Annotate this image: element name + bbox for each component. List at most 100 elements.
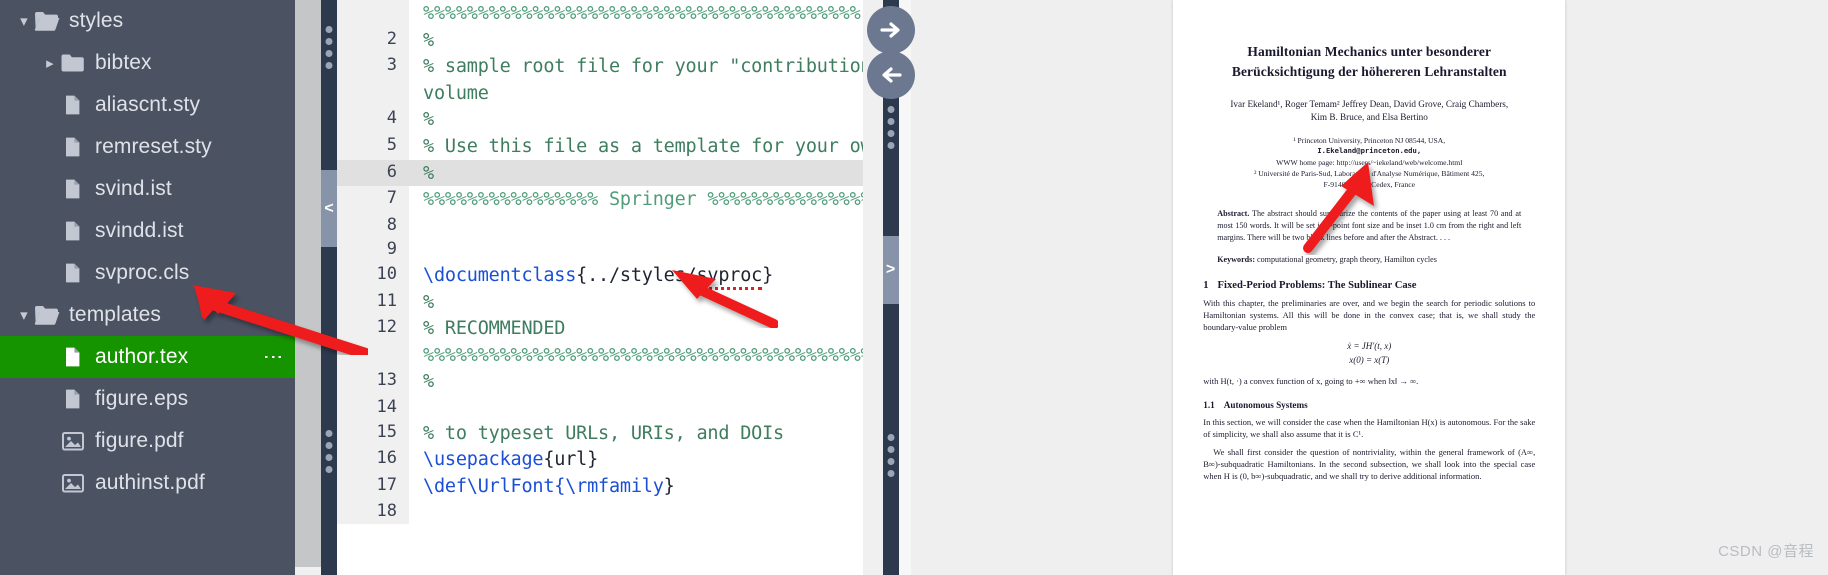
- code-line[interactable]: 2%: [337, 26, 863, 54]
- code-line-text[interactable]: %: [409, 159, 863, 187]
- pdf-affil-url: WWW home page: http://users/~iekeland/we…: [1276, 157, 1463, 167]
- line-number: 16: [337, 446, 409, 473]
- code-line[interactable]: 6%: [337, 159, 863, 187]
- file-tree-item-svind-ist[interactable]: svind.ist: [0, 168, 295, 210]
- code-line-text[interactable]: [409, 499, 863, 524]
- code-line[interactable]: 9: [337, 237, 863, 262]
- code-line-text[interactable]: % RECOMMENDED: [409, 315, 863, 342]
- code-line-text[interactable]: %: [409, 27, 863, 54]
- code-line[interactable]: 14: [337, 394, 863, 420]
- right-divider-drag-dots-top[interactable]: [887, 106, 894, 149]
- pdf-abstract: Abstract. The abstract should summarize …: [1217, 208, 1521, 244]
- latex-command: \usepackage: [423, 449, 544, 471]
- right-panel-divider[interactable]: >: [866, 0, 915, 575]
- code-line-text[interactable]: \def\UrlFont{\rmfamily}: [409, 473, 863, 500]
- pdf-abstract-text: The abstract should summarize the conten…: [1217, 208, 1522, 242]
- file-tree-item-figure-pdf[interactable]: figure.pdf: [0, 420, 295, 462]
- code-line[interactable]: volume: [337, 79, 863, 107]
- latex-command: \documentclass: [423, 264, 577, 286]
- divider-drag-dots-top[interactable]: [325, 26, 333, 69]
- file-tree-item-styles[interactable]: ▾ styles: [0, 0, 295, 42]
- sync-to-code-button[interactable]: [866, 51, 915, 99]
- pdf-body-paragraph: In this section, we will consider the ca…: [1203, 416, 1536, 439]
- file-tree-item-svproc-cls[interactable]: svproc.cls: [0, 252, 295, 294]
- code-line[interactable]: 17 \def\UrlFont{\rmfamily}: [337, 472, 863, 500]
- file-tree-item-aliascnt-sty[interactable]: aliascnt.sty: [0, 84, 295, 126]
- pdf-affil-line: F-91405 Orsay Cedex, France: [1323, 180, 1416, 190]
- code-line[interactable]: 11%: [337, 288, 863, 316]
- text-file-icon: [60, 388, 86, 410]
- code-line[interactable]: 8: [337, 212, 863, 238]
- code-line-text[interactable]: \documentclass{../styles/svproc}: [409, 262, 863, 290]
- line-number: [337, 79, 409, 107]
- code-line[interactable]: %%%%%%%%%%%%%%%%%%%%%%%%%%%%%%%%%%%%%%%%…: [337, 341, 863, 369]
- file-tree-item-author-tex[interactable]: author.tex ⋮: [0, 336, 295, 378]
- code-line-text[interactable]: [409, 237, 863, 262]
- chevron-down-icon[interactable]: ▾: [14, 308, 34, 323]
- text-file-icon: [60, 178, 86, 200]
- code-line[interactable]: 3% sample root file for your "contributi…: [337, 53, 863, 80]
- pdf-preview-pane[interactable]: Hamiltonian Mechanics unter besonderer B…: [910, 0, 1828, 575]
- code-lines[interactable]: %%%%%%%%%%%%%%%%%%%%%%%%%%%%%%%%%%%%%%%%…: [337, 0, 863, 524]
- code-line[interactable]: 7%%%%%%%%%%%%%%%% Springer %%%%%%%%%%%%%…: [337, 186, 863, 213]
- file-tree-item-label: svind.ist: [95, 177, 172, 200]
- sidebar-resize-grip[interactable]: [295, 0, 321, 575]
- line-number: 15: [337, 419, 409, 447]
- pdf-keywords: Keywords: computational geometry, graph …: [1217, 255, 1521, 264]
- line-number: 10: [337, 261, 409, 289]
- code-line[interactable]: 13%: [337, 368, 863, 395]
- file-tree-item-figure-eps[interactable]: figure.eps: [0, 378, 295, 420]
- code-line[interactable]: %%%%%%%%%%%%%%%%%%%%%%%%%%%%%%%%%%%%%%%%: [337, 0, 863, 27]
- code-line-text[interactable]: %%%%%%%%%%%%%%%%%%%%%%%%%%%%%%%%%%%%%%%%: [409, 0, 863, 27]
- code-line-text[interactable]: %%%%%%%%%%%%%%%%%%%%%%%%%%%%%%%%%%%%%%%%…: [409, 342, 863, 369]
- right-divider-drag-dots-bottom[interactable]: [887, 434, 894, 477]
- pdf-section-title: Fixed-Period Problems: The Sublinear Cas…: [1217, 279, 1417, 291]
- code-line[interactable]: 10 \documentclass{../styles/svproc}: [337, 261, 863, 290]
- code-line-text[interactable]: [409, 395, 863, 420]
- code-line-text[interactable]: % sample root file for your "contributio…: [409, 53, 863, 80]
- code-line-text[interactable]: %%%%%%%%%%%%%%%% Springer %%%%%%%%%%%%%%…: [409, 186, 863, 213]
- code-line-text[interactable]: \usepackage{url}: [409, 446, 863, 473]
- code-line[interactable]: 4%: [337, 106, 863, 133]
- code-editor[interactable]: %%%%%%%%%%%%%%%%%%%%%%%%%%%%%%%%%%%%%%%%…: [337, 0, 863, 575]
- file-item-menu-icon[interactable]: ⋮: [262, 347, 284, 367]
- file-tree-item-authinst-pdf[interactable]: authinst.pdf: [0, 462, 295, 504]
- code-line[interactable]: 12% RECOMMENDED: [337, 315, 863, 342]
- left-panel-divider[interactable]: <: [321, 0, 337, 575]
- code-line-text[interactable]: %: [409, 289, 863, 316]
- line-number: 17: [337, 472, 409, 500]
- chevron-right-icon[interactable]: ▸: [40, 56, 60, 71]
- file-tree-item-label: svindd.ist: [95, 219, 184, 242]
- code-line-text[interactable]: [409, 213, 863, 238]
- file-tree-item-label: author.tex: [95, 345, 189, 368]
- sync-to-pdf-button[interactable]: [866, 6, 915, 54]
- line-number: [337, 0, 409, 27]
- pdf-title-line2: Berücksichtigung der höhereren Lehransta…: [1231, 63, 1507, 79]
- code-line[interactable]: 5% Use this file as a template for your …: [337, 132, 863, 160]
- misspelled-word[interactable]: svproc: [696, 264, 762, 290]
- collapse-left-panel-button[interactable]: <: [321, 170, 337, 247]
- latex-arg: {url}: [543, 449, 599, 471]
- expand-right-panel-button[interactable]: >: [882, 236, 899, 304]
- code-line-text[interactable]: %: [409, 106, 863, 133]
- code-line[interactable]: 18: [337, 499, 863, 524]
- file-tree-item-remreset-sty[interactable]: remreset.sty: [0, 126, 295, 168]
- file-tree-item-label: svproc.cls: [95, 261, 190, 284]
- code-line-text[interactable]: volume: [409, 80, 863, 107]
- pdf-authors: Ivar Ekeland¹, Roger Temam² Jeffrey Dean…: [1203, 98, 1535, 123]
- line-number: [337, 341, 409, 369]
- file-tree-item-bibtex[interactable]: ▸ bibtex: [0, 42, 295, 84]
- file-tree-item-svindd-ist[interactable]: svindd.ist: [0, 210, 295, 252]
- code-line-text[interactable]: % to typeset URLs, URIs, and DOIs: [409, 420, 863, 447]
- pdf-body-paragraph: With this chapter, the preliminaries are…: [1203, 297, 1536, 333]
- file-tree-item-label: authinst.pdf: [95, 471, 205, 494]
- folder-icon: [60, 52, 86, 74]
- code-line[interactable]: 16 \usepackage{url}: [337, 446, 863, 473]
- code-line[interactable]: 15% to typeset URLs, URIs, and DOIs: [337, 419, 863, 447]
- code-line-text[interactable]: %: [409, 368, 863, 395]
- text-file-icon: [60, 94, 86, 116]
- divider-drag-dots-bottom[interactable]: [325, 430, 333, 473]
- chevron-down-icon[interactable]: ▾: [14, 14, 34, 29]
- code-line-text[interactable]: % Use this file as a template for your o…: [409, 133, 863, 160]
- file-tree-item-templates[interactable]: ▾ templates: [0, 294, 295, 336]
